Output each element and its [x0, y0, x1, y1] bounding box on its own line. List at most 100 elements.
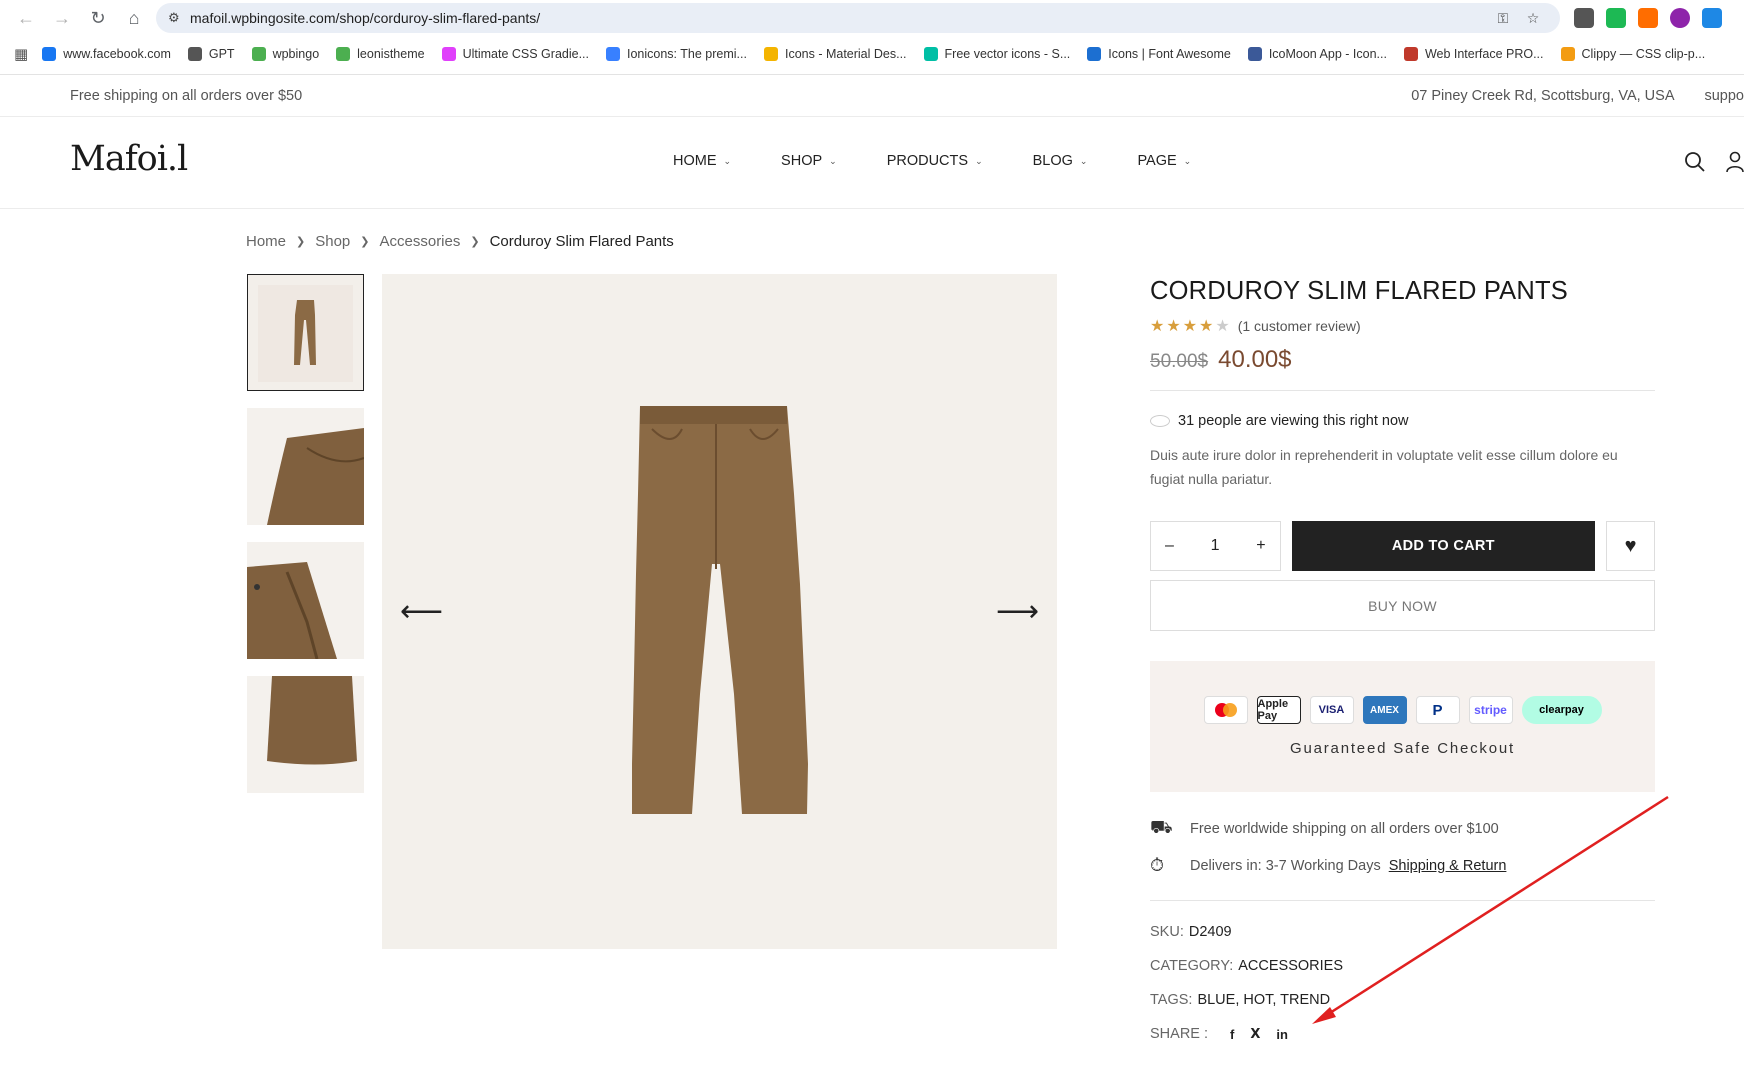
shipping-return-link[interactable]: Shipping & Return	[1389, 858, 1507, 874]
reload-icon[interactable]: ↻	[80, 0, 116, 36]
bookmark-label: IcoMoon App - Icon...	[1268, 47, 1387, 61]
star-filled-icon: ★	[1199, 318, 1214, 335]
url-text[interactable]: mafoil.wpbingosite.com/shop/corduroy-sli…	[190, 10, 1488, 26]
next-image-arrow-icon[interactable]: ⟶	[996, 594, 1039, 629]
breadcrumb-current: Corduroy Slim Flared Pants	[489, 233, 674, 250]
clearpay-icon: clearpay	[1521, 696, 1602, 724]
extension-icon[interactable]	[1574, 8, 1594, 28]
pants-hem-image	[247, 676, 364, 793]
bookmark-favicon-icon	[336, 47, 351, 61]
menu-label: BLOG	[1032, 153, 1073, 169]
chevron-right-icon: ❯	[296, 236, 306, 248]
delivery-row: ⏱ Delivers in: 3-7 Working Days Shipping…	[1150, 847, 1655, 884]
bookmark-label: wpbingo	[272, 47, 320, 61]
search-icon[interactable]	[1684, 151, 1706, 173]
eye-icon	[1150, 415, 1170, 427]
qty-decrease-button[interactable]: –	[1165, 537, 1174, 555]
thumbnail-1[interactable]	[247, 274, 364, 391]
chevron-right-icon: ❯	[470, 236, 480, 248]
bookmark-item[interactable]: Ultimate CSS Gradie...	[441, 47, 589, 61]
linkedin-icon[interactable]: in	[1276, 1027, 1288, 1042]
bookmark-item[interactable]: leonistheme	[336, 47, 425, 61]
bookmark-favicon-icon	[763, 47, 778, 61]
top-info-bar: Free shipping on all orders over $50 07 …	[0, 75, 1744, 117]
facebook-icon[interactable]: f	[1230, 1027, 1234, 1042]
breadcrumb-accessories[interactable]: Accessories	[380, 233, 461, 250]
buy-now-button[interactable]: BUY NOW	[1150, 580, 1655, 631]
category-link[interactable]: ACCESSORIES	[1238, 958, 1343, 974]
key-icon[interactable]: ⚿	[1488, 10, 1518, 27]
bookmark-item[interactable]: GPT	[187, 47, 235, 61]
menu-item-page[interactable]: PAGE ⌄	[1137, 153, 1191, 169]
thumbnail-4[interactable]	[247, 676, 364, 793]
mastercard-icon	[1203, 696, 1248, 724]
breadcrumb-home[interactable]: Home	[246, 233, 286, 250]
bookmark-item[interactable]: Web Interface PRO...	[1403, 47, 1544, 61]
qty-increase-button[interactable]: +	[1256, 537, 1265, 555]
safe-checkout-label: Guaranteed Safe Checkout	[1290, 740, 1515, 757]
star-filled-icon: ★	[1182, 318, 1198, 335]
product-main-image[interactable]: ⟵ ⟶	[382, 274, 1057, 949]
product-meta: SKU: D2409 CATEGORY: ACCESSORIES TAGS: BLUE…	[1150, 900, 1655, 1051]
tags-links[interactable]: BLUE, HOT, TREND	[1197, 992, 1330, 1008]
pants-thumbnail-image	[258, 285, 353, 382]
extension-icon[interactable]	[1670, 8, 1690, 28]
support-text: suppo	[1704, 87, 1744, 104]
address-bar[interactable]: ⚙ mafoil.wpbingosite.com/shop/corduroy-s…	[156, 3, 1560, 33]
bookmark-item[interactable]: Icons - Material Des...	[763, 47, 907, 61]
bookmark-item[interactable]: Free vector icons - S...	[923, 47, 1070, 61]
bookmark-favicon-icon	[1247, 47, 1262, 61]
product-info: CORDUROY SLIM FLARED PANTS ★ ★ ★ ★ ★ (1 cust…	[1150, 274, 1655, 1051]
bookmark-favicon-icon	[42, 47, 57, 61]
menu-item-products[interactable]: PRODUCTS ⌄	[887, 153, 983, 169]
delivery-text: Delivers in: 3-7 Working Days	[1190, 857, 1381, 874]
extension-icon[interactable]	[1606, 8, 1626, 28]
bookmark-item[interactable]: Clippy — CSS clip-p...	[1560, 47, 1705, 61]
forward-icon[interactable]: →	[44, 0, 80, 36]
add-to-cart-button[interactable]: ADD TO CART	[1291, 521, 1596, 571]
user-icon[interactable]	[1726, 151, 1744, 173]
site-logo[interactable]: Mafoi.l	[70, 139, 188, 179]
back-icon[interactable]: ←	[8, 0, 44, 36]
bookmark-item[interactable]: wpbingo	[251, 47, 320, 61]
chevron-down-icon: ⌄	[829, 155, 837, 166]
bookmark-favicon-icon	[251, 47, 266, 61]
bookmark-label: Icons | Font Awesome	[1108, 47, 1231, 61]
bookmark-star-icon[interactable]: ☆	[1518, 10, 1548, 27]
truck-icon: ⛟	[1150, 816, 1173, 837]
site-info-icon[interactable]: ⚙	[168, 10, 190, 26]
menu-item-shop[interactable]: SHOP ⌄	[781, 153, 837, 169]
amex-icon: AMEX	[1362, 696, 1407, 724]
viewers-text: 31 people are viewing this right now	[1178, 413, 1409, 429]
bookmark-item[interactable]: www.facebook.com	[42, 47, 171, 61]
tags-row: TAGS: BLUE, HOT, TREND	[1150, 983, 1655, 1017]
chevron-down-icon: ⌄	[723, 155, 732, 166]
qty-input[interactable]: 1	[1211, 537, 1220, 555]
category-row: CATEGORY: ACCESSORIES	[1150, 949, 1655, 983]
star-empty-icon: ★	[1215, 318, 1230, 335]
breadcrumb-shop[interactable]: Shop	[315, 233, 350, 250]
menu-item-blog[interactable]: BLOG ⌄	[1033, 153, 1088, 169]
menu-item-home[interactable]: HOME ⌄	[673, 153, 731, 169]
extension-icon[interactable]	[1702, 8, 1722, 28]
bookmark-favicon-icon	[187, 47, 202, 61]
thumbnail-3[interactable]	[247, 542, 364, 659]
main-menu: HOME ⌄ SHOP ⌄ PRODUCTS ⌄ BLOG ⌄ PAGE ⌄	[673, 153, 1241, 169]
store-address: 07 Piney Creek Rd, Scottsburg, VA, USA	[1411, 87, 1675, 104]
bookmark-item[interactable]: Icons | Font Awesome	[1087, 47, 1231, 61]
apps-grid-icon[interactable]: ▦	[14, 45, 28, 63]
home-icon[interactable]: ⌂	[116, 0, 152, 36]
paypal-icon: P	[1415, 696, 1460, 724]
product-title: CORDUROY SLIM FLARED PANTS	[1150, 277, 1568, 305]
chevron-down-icon: ⌄	[975, 155, 983, 166]
thumbnail-2[interactable]	[247, 408, 364, 525]
twitter-icon[interactable]: 𝗫	[1250, 1026, 1260, 1042]
extension-icon[interactable]	[1638, 8, 1658, 28]
menu-label: HOME	[673, 153, 717, 169]
purchase-row: – 1 + ADD TO CART ♥	[1150, 521, 1655, 571]
wishlist-heart-icon[interactable]: ♥	[1606, 521, 1655, 571]
bookmark-item[interactable]: IcoMoon App - Icon...	[1247, 47, 1387, 61]
review-count-link[interactable]: (1 customer review)	[1238, 318, 1361, 334]
bookmark-item[interactable]: Ionicons: The premi...	[606, 47, 747, 61]
menu-label: PRODUCTS	[886, 153, 969, 169]
